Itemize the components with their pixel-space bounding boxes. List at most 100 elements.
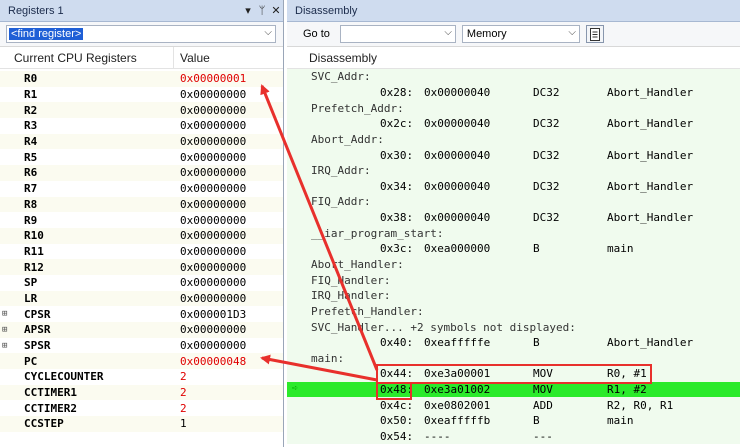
disasm-addr: 0x48: <box>380 383 414 397</box>
disasm-label-row[interactable]: main: <box>287 350 740 367</box>
disasm-instruction-row[interactable]: 0x2c: 0x00000040 DC32 Abort_Handler <box>287 115 740 132</box>
register-value[interactable]: 2 <box>180 370 187 383</box>
register-row[interactable]: ⊞ CPSR 0x000001D3 <box>0 306 283 322</box>
register-value[interactable]: 0x00000000 <box>180 323 246 336</box>
register-row[interactable]: PC 0x00000048 <box>0 353 283 370</box>
disasm-label-row[interactable]: IRQ_Handler: <box>287 287 740 304</box>
register-value[interactable]: 1 <box>180 417 187 430</box>
col-value-header[interactable]: Value <box>174 51 210 65</box>
register-row[interactable]: R8 0x00000000 <box>0 196 283 213</box>
register-row[interactable]: SP 0x00000000 <box>0 275 283 291</box>
registers-titlebar: Registers 1 ▾ ᛘ ✕ <box>0 0 283 22</box>
disasm-label-row[interactable]: SVC_Addr: <box>287 69 740 85</box>
disasm-instruction-row[interactable]: 0x30: 0x00000040 DC32 Abort_Handler <box>287 147 740 163</box>
disasm-label-row[interactable]: Abort_Addr: <box>287 131 740 148</box>
disasm-instruction-row[interactable]: 0x38: 0x00000040 DC32 Abort_Handler <box>287 209 740 226</box>
goto-combo[interactable]: ⌵ <box>339 25 456 43</box>
register-value[interactable]: 0x00000000 <box>180 292 246 305</box>
register-row[interactable]: R5 0x00000000 <box>0 149 283 165</box>
register-value[interactable]: 0x00000000 <box>180 88 246 101</box>
register-row[interactable]: CCTIMER1 2 <box>0 384 283 401</box>
register-row[interactable]: R3 0x00000000 <box>0 118 283 134</box>
register-value[interactable]: 0x00000000 <box>180 198 246 211</box>
disasm-label-row[interactable]: IRQ_Addr: <box>287 162 740 179</box>
disasm-addr: 0x28: <box>380 85 414 99</box>
disasm-label-row[interactable]: Prefetch_Addr: <box>287 100 740 116</box>
register-value[interactable]: 0x00000000 <box>180 119 246 132</box>
col-name-header[interactable]: Current CPU Registers <box>0 47 174 68</box>
disasm-mn: B <box>533 414 540 428</box>
register-value[interactable]: 0x000001D3 <box>180 308 246 321</box>
register-row[interactable]: R2 0x00000000 <box>0 102 283 119</box>
register-row[interactable]: R4 0x00000000 <box>0 133 283 150</box>
register-value[interactable]: 0x00000000 <box>180 245 246 258</box>
register-value[interactable]: 0x00000000 <box>180 214 246 227</box>
register-value[interactable]: 0x00000000 <box>180 182 246 195</box>
register-row[interactable]: R10 0x00000000 <box>0 227 283 244</box>
register-row[interactable]: LR 0x00000000 <box>0 290 283 307</box>
disasm-instruction-row[interactable]: 0x40: 0xeafffffe B Abort_Handler <box>287 334 740 351</box>
memory-combo[interactable]: Memory ⌵ <box>461 25 580 43</box>
disasm-op: R2, R0, R1 <box>607 398 674 412</box>
disasm-addr: 0x34: <box>380 179 414 193</box>
register-row[interactable]: R9 0x00000000 <box>0 212 283 228</box>
register-row[interactable]: ⊞ SPSR 0x00000000 <box>0 338 283 354</box>
register-name: CCTIMER1 <box>24 386 77 400</box>
dropdown-icon[interactable]: ▾ <box>241 4 255 17</box>
register-value[interactable]: 0x00000000 <box>180 229 246 242</box>
register-row[interactable]: R7 0x00000000 <box>0 181 283 197</box>
registers-panel: Registers 1 ▾ ᛘ ✕ <find register> ⌵ Curr… <box>0 0 284 447</box>
register-value[interactable]: 2 <box>180 402 187 415</box>
register-row[interactable]: ⊞ APSR 0x00000000 <box>0 322 283 338</box>
register-value[interactable]: 0x00000000 <box>180 261 246 274</box>
register-value[interactable]: 0x00000000 <box>180 276 246 289</box>
register-value[interactable]: 0x00000000 <box>180 166 246 179</box>
register-value[interactable]: 0x00000000 <box>180 104 246 117</box>
register-name: R7 <box>24 182 38 196</box>
register-row[interactable]: CYCLECOUNTER 2 <box>0 369 283 385</box>
disasm-instruction-row[interactable]: 0x28: 0x00000040 DC32 Abort_Handler <box>287 84 740 101</box>
register-row[interactable]: R0 0x00000001 <box>0 71 283 87</box>
disasm-instruction-row[interactable]: 0x54: ---- --- <box>287 428 740 445</box>
register-value[interactable]: 0x00000000 <box>180 151 246 164</box>
register-value[interactable]: 0x00000001 <box>180 72 246 85</box>
expand-icon[interactable]: ⊞ <box>0 325 12 335</box>
disasm-label-row[interactable]: __iar_program_start: <box>287 225 740 242</box>
register-value[interactable]: 0x00000000 <box>180 135 246 148</box>
find-register-combo[interactable]: <find register> ⌵ <box>6 25 276 43</box>
disasm-label-row[interactable]: FIQ_Addr: <box>287 194 740 210</box>
disasm-addr: 0x30: <box>380 148 414 162</box>
disasm-instruction-row[interactable]: 0x44: 0xe3a00001 MOV R0, #1 <box>287 366 740 382</box>
register-value[interactable]: 0x00000048 <box>180 355 246 368</box>
disasm-label-row[interactable]: Prefetch_Handler: <box>287 303 740 320</box>
disasm-instruction-row[interactable]: 0x34: 0x00000040 DC32 Abort_Handler <box>287 178 740 195</box>
register-row[interactable]: R1 0x00000000 <box>0 87 283 103</box>
disasm-instruction-row[interactable]: 0x4c: 0xe0802001 ADD R2, R0, R1 <box>287 397 740 414</box>
register-row[interactable]: R11 0x00000000 <box>0 244 283 260</box>
goto-label: Go to <box>303 28 330 40</box>
register-value[interactable]: 0x00000000 <box>180 339 246 352</box>
register-row[interactable]: CCTIMER2 2 <box>0 400 283 416</box>
disasm-mn: MOV <box>533 383 553 397</box>
disasm-instruction-row[interactable]: 0x3c: 0xea000000 Bmain <box>287 241 740 257</box>
disasm-mn: B <box>533 336 540 350</box>
disasm-label-row[interactable]: SVC_Handler... +2 symbols not displayed: <box>287 319 740 335</box>
disasm-label-row[interactable]: FIQ_Handler: <box>287 272 740 288</box>
expand-icon[interactable]: ⊞ <box>0 341 12 351</box>
register-value[interactable]: 2 <box>180 386 187 399</box>
document-icon[interactable] <box>585 25 604 43</box>
close-icon[interactable]: ✕ <box>269 4 283 17</box>
pin-icon[interactable]: ᛘ <box>255 5 269 17</box>
disasm-instruction-row[interactable]: ➪ 0x48: 0xe3a01002 MOV R1, #2 <box>287 381 740 398</box>
expand-icon[interactable]: ⊞ <box>0 309 12 319</box>
disasm-label-row[interactable]: Abort_Handler: <box>287 256 740 273</box>
disasm-code: 0xe3a01002 <box>424 383 491 397</box>
register-name: CPSR <box>24 307 51 321</box>
register-row[interactable]: R12 0x00000000 <box>0 259 283 275</box>
disasm-mn: ADD <box>533 398 553 412</box>
disasm-instruction-row[interactable]: 0x50: 0xeafffffb Bmain <box>287 413 740 429</box>
disasm-mn: DC32 <box>533 117 560 131</box>
register-row[interactable]: CCSTEP 1 <box>0 416 283 432</box>
registers-toolbar: <find register> ⌵ <box>0 22 283 47</box>
register-row[interactable]: R6 0x00000000 <box>0 165 283 181</box>
